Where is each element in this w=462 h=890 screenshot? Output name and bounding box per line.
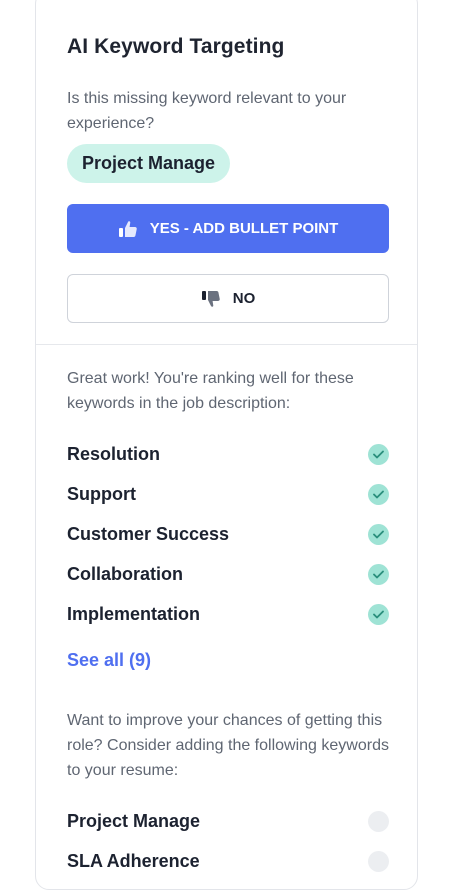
keyword-label: Customer Success [67, 523, 230, 544]
ranking-intro: Great work! You're ranking well for thes… [67, 370, 354, 412]
current-keyword-pill: Project Manage [67, 144, 231, 183]
list-item: Implementation [67, 594, 389, 634]
list-item: Resolution [67, 434, 389, 474]
list-item: Customer Success [67, 514, 389, 554]
list-item: Project Manage [67, 801, 389, 841]
no-button[interactable]: NO [67, 274, 389, 323]
keyword-label: Collaboration [67, 563, 183, 584]
empty-circle-icon [368, 850, 389, 872]
missing-keyword-list: Project Manage SLA Adherence [67, 801, 389, 881]
list-item: SLA Adherence [67, 841, 389, 881]
see-all-link[interactable]: See all (9) [67, 650, 151, 671]
keyword-targeting-card: AI Keyword Targeting Is this missing key… [35, 0, 418, 890]
improve-intro: Want to improve your chances of getting … [67, 712, 389, 779]
ranking-keyword-list: Resolution Support Customer Success Coll… [67, 434, 389, 634]
keyword-label: Implementation [67, 603, 201, 624]
check-circle-icon [368, 523, 389, 545]
check-circle-icon [368, 443, 389, 465]
keyword-label: Project Manage [67, 810, 201, 831]
yes-button-label: YES - ADD BULLET POINT [149, 220, 339, 237]
yes-add-bullet-button[interactable]: YES - ADD BULLET POINT [67, 204, 389, 253]
thumbs-up-icon [118, 220, 138, 238]
card-title: AI Keyword Targeting [67, 35, 285, 58]
no-button-label: NO [232, 290, 256, 307]
keyword-label: Resolution [67, 443, 160, 464]
list-item: Support [67, 474, 389, 514]
relevance-question: Is this missing keyword relevant to your… [67, 90, 347, 132]
keyword-label: SLA Adherence [67, 850, 200, 871]
thumbs-down-icon [201, 290, 221, 308]
keyword-label: Support [67, 483, 136, 504]
targeting-section: AI Keyword Targeting Is this missing key… [36, 0, 417, 345]
check-circle-icon [368, 563, 389, 585]
list-item: Collaboration [67, 554, 389, 594]
check-circle-icon [368, 603, 389, 625]
check-circle-icon [368, 483, 389, 505]
empty-circle-icon [368, 810, 389, 832]
